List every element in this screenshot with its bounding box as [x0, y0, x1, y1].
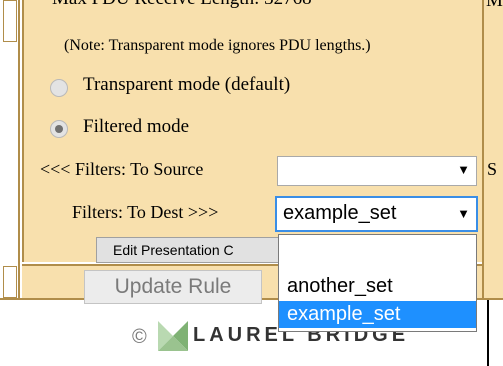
left-cell-top: [3, 0, 17, 42]
filters-to-source-label: <<< Filters: To Source: [40, 159, 204, 179]
right-clipped-text-top: M: [486, 0, 503, 11]
dropdown-option-empty[interactable]: [279, 239, 476, 266]
transparent-mode-note: (Note: Transparent mode ignores PDU leng…: [64, 37, 371, 54]
right-clipped-text-mid: S: [487, 159, 498, 179]
transparent-mode-radio[interactable]: [50, 79, 68, 97]
left-table-column: [0, 0, 20, 298]
filters-to-dest-dropdown-list[interactable]: another_set example_set: [278, 234, 477, 332]
copyright-symbol: ©: [132, 326, 147, 348]
update-rule-button[interactable]: Update Rule: [84, 270, 262, 304]
right-vertical-rule: [487, 300, 489, 366]
filtered-mode-radio[interactable]: [50, 120, 68, 138]
dropdown-option-another-set[interactable]: another_set: [279, 273, 476, 300]
max-pdu-length-label: Max PDU Receive Length: 32768: [52, 0, 312, 10]
transparent-mode-label: Transparent mode (default): [83, 74, 291, 95]
laurel-bridge-logo-icon: [158, 321, 188, 351]
chevron-down-icon: ▼: [457, 162, 470, 177]
right-table-column: [482, 0, 503, 298]
filters-to-source-select[interactable]: ▼: [277, 156, 477, 186]
filters-to-dest-label: Filters: To Dest >>>: [72, 202, 219, 222]
filters-to-dest-select[interactable]: example_set ▼: [275, 196, 478, 232]
chevron-down-icon: ▼: [457, 206, 470, 221]
left-cell-bottom: [3, 266, 17, 298]
dropdown-option-example-set[interactable]: example_set: [279, 301, 476, 328]
filtered-mode-label: Filtered mode: [83, 116, 190, 137]
edit-presentation-button[interactable]: Edit Presentation C: [96, 237, 282, 263]
filters-to-dest-value: example_set: [283, 202, 397, 224]
